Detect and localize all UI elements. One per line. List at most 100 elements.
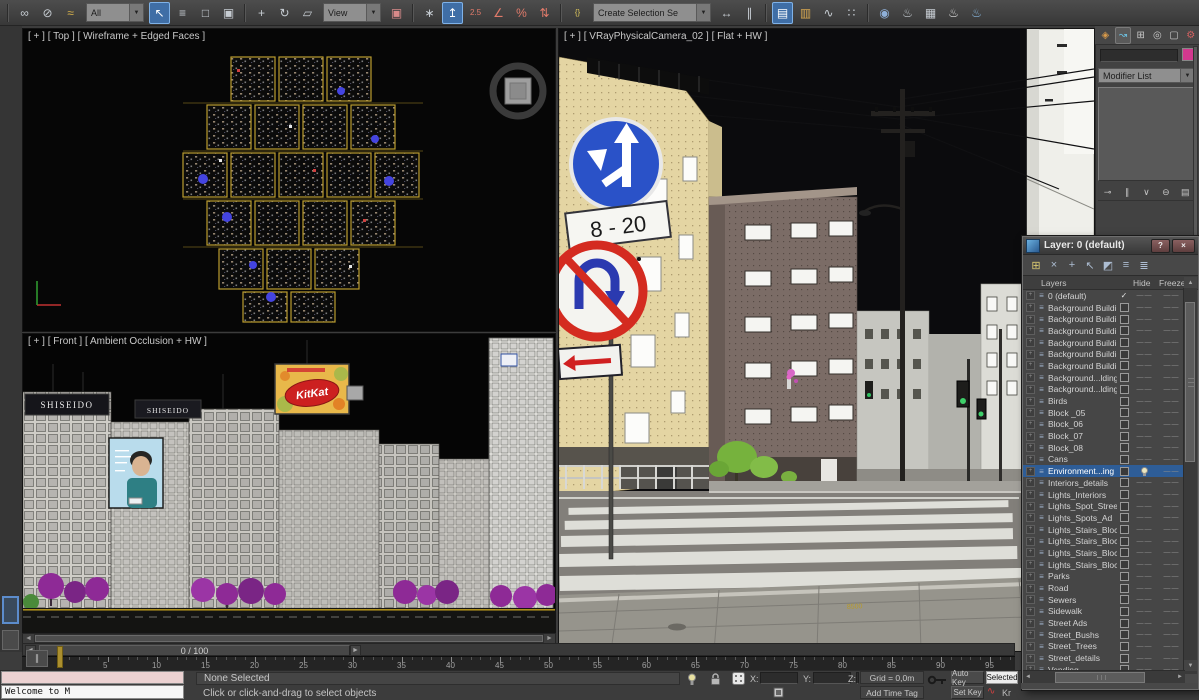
layer-name[interactable]: Background Building: [1048, 361, 1117, 371]
hide-cell[interactable]: ——: [1131, 491, 1158, 498]
hide-cell[interactable]: ——: [1131, 643, 1158, 650]
hide-cell[interactable]: ——: [1131, 608, 1158, 615]
freeze-cell[interactable]: ——: [1158, 456, 1185, 463]
set-keys-icon[interactable]: [927, 675, 947, 685]
expand-icon[interactable]: +: [1026, 291, 1035, 300]
freeze-cell[interactable]: ——: [1158, 596, 1185, 603]
freeze-cell[interactable]: ——: [1158, 608, 1185, 615]
hide-cell[interactable]: ——: [1131, 304, 1158, 311]
layer-row[interactable]: +≡Sewers————: [1023, 594, 1185, 606]
layer-checkbox-cell[interactable]: [1117, 455, 1131, 464]
hide-cell[interactable]: ——: [1131, 479, 1158, 486]
layer-list-vscrollbar[interactable]: [1183, 288, 1197, 674]
freeze-cell[interactable]: ——: [1158, 339, 1185, 346]
layer-checkbox-cell[interactable]: [1117, 478, 1131, 487]
hide-cell[interactable]: ——: [1131, 549, 1158, 556]
layer-checkbox-cell[interactable]: [1117, 303, 1131, 312]
hide-cell[interactable]: ——: [1131, 596, 1158, 603]
scroll-up-icon[interactable]: ▲: [1184, 277, 1197, 288]
dropdown-arrow-icon[interactable]: ▼: [1180, 69, 1194, 82]
render-setup-icon[interactable]: ♨: [897, 2, 918, 24]
scroll-down-icon[interactable]: ▼: [1184, 660, 1197, 671]
freeze-cell[interactable]: ——: [1158, 292, 1185, 299]
layer-checkbox-cell[interactable]: [1117, 315, 1131, 324]
column-hide[interactable]: Hide: [1133, 278, 1150, 288]
layer-row[interactable]: +≡Lights_Interiors————: [1023, 489, 1185, 501]
expand-icon[interactable]: +: [1026, 513, 1035, 522]
scroll-right-icon[interactable]: ►: [544, 634, 555, 643]
add-selection-to-layer-button[interactable]: +: [1063, 257, 1081, 273]
layer-name[interactable]: Block_08: [1048, 443, 1117, 453]
layer-name[interactable]: Street_Bushs: [1048, 630, 1117, 640]
layer-name[interactable]: Parks: [1048, 571, 1117, 581]
use-pivot-center-icon[interactable]: ▣: [386, 2, 407, 24]
layer-checkbox-cell[interactable]: [1117, 350, 1131, 359]
dialog-resize-grip[interactable]: [1021, 683, 1198, 689]
layer-name[interactable]: Road: [1048, 583, 1117, 593]
dropdown-arrow-icon[interactable]: ▼: [129, 4, 143, 21]
expand-icon[interactable]: +: [1026, 303, 1035, 312]
selection-filter-dropdown[interactable]: All▼: [86, 3, 144, 22]
tab-modify[interactable]: ↝: [1115, 27, 1132, 44]
hide-cell[interactable]: ——: [1131, 398, 1158, 405]
hide-cell[interactable]: ——: [1131, 514, 1158, 521]
layer-row[interactable]: +≡Background Building————: [1023, 348, 1185, 360]
layer-name[interactable]: Lights_Spot_Street: [1048, 501, 1117, 511]
select-rotate-icon[interactable]: ↻: [274, 2, 295, 24]
layer-row[interactable]: +≡Street Ads————: [1023, 617, 1185, 629]
expand-icon[interactable]: +: [1026, 315, 1035, 324]
layer-checkbox-cell[interactable]: [1117, 595, 1131, 604]
hide-cell[interactable]: ——: [1131, 561, 1158, 568]
layer-name[interactable]: Environment...ing: [1048, 466, 1117, 476]
hide-layer-button[interactable]: ≡: [1117, 257, 1135, 273]
layer-row[interactable]: +≡Block_07————: [1023, 430, 1185, 442]
layer-name[interactable]: Background Building: [1048, 338, 1117, 348]
layer-name[interactable]: Birds: [1048, 396, 1117, 406]
column-freeze[interactable]: Freeze: [1159, 278, 1185, 288]
keyboard-override-icon[interactable]: ↥: [442, 2, 463, 24]
time-slider-handle[interactable]: [57, 646, 63, 668]
rendered-frame-icon[interactable]: ▦: [920, 2, 941, 24]
unlink-selection-icon[interactable]: ⊘: [37, 2, 58, 24]
layer-row[interactable]: +≡0 (default)✓————: [1023, 290, 1185, 302]
layer-name[interactable]: Interiors_details: [1048, 478, 1117, 488]
freeze-cell[interactable]: ——: [1158, 444, 1185, 451]
mini-curve-editor-button[interactable]: ∥: [26, 650, 48, 667]
freeze-cell[interactable]: ——: [1158, 316, 1185, 323]
hide-cell[interactable]: ——: [1131, 339, 1158, 346]
layer-checkbox-cell[interactable]: [1117, 467, 1131, 476]
select-scale-icon[interactable]: ▱: [297, 2, 318, 24]
freeze-cell[interactable]: ——: [1158, 573, 1185, 580]
layer-checkbox-cell[interactable]: [1117, 525, 1131, 534]
layer-row[interactable]: +≡Block _05————: [1023, 407, 1185, 419]
freeze-cell[interactable]: ——: [1158, 561, 1185, 568]
layer-row[interactable]: +≡Street_details————: [1023, 652, 1185, 664]
hide-cell[interactable]: ——: [1131, 456, 1158, 463]
expand-icon[interactable]: +: [1026, 654, 1035, 663]
layer-checkbox-cell[interactable]: [1117, 572, 1131, 581]
next-frame-button[interactable]: ►: [350, 645, 361, 656]
mirror-icon[interactable]: ↔: [716, 2, 737, 24]
layer-row[interactable]: +≡Interiors_details————: [1023, 477, 1185, 489]
configure-modifier-sets-button[interactable]: ▤: [1177, 187, 1193, 198]
freeze-cell[interactable]: ——: [1158, 643, 1185, 650]
expand-icon[interactable]: +: [1026, 619, 1035, 628]
viewport-top[interactable]: [ + ] [ Top ] [ Wireframe + Edged Faces …: [22, 28, 556, 332]
layer-row[interactable]: +≡Lights_Stairs_Block_————: [1023, 535, 1185, 547]
expand-icon[interactable]: +: [1026, 361, 1035, 370]
hide-cell[interactable]: ——: [1131, 374, 1158, 381]
hide-cell[interactable]: ——: [1131, 444, 1158, 451]
layer-checkbox-cell[interactable]: [1117, 619, 1131, 628]
hide-cell[interactable]: ——: [1131, 585, 1158, 592]
layer-checkbox-cell[interactable]: [1117, 642, 1131, 651]
help-button[interactable]: ?: [1151, 239, 1170, 253]
layer-name[interactable]: Street_Trees: [1048, 641, 1117, 651]
expand-icon[interactable]: +: [1026, 595, 1035, 604]
layer-checkbox-cell[interactable]: [1117, 397, 1131, 406]
layer-row[interactable]: +≡Block_08————: [1023, 442, 1185, 454]
viewport-top-label[interactable]: [ + ] [ Top ] [ Wireframe + Edged Faces …: [28, 31, 205, 42]
hide-cell[interactable]: ——: [1131, 538, 1158, 545]
freeze-cell[interactable]: ——: [1158, 538, 1185, 545]
expand-icon[interactable]: +: [1026, 443, 1035, 452]
layer-name[interactable]: Lights_Interiors: [1048, 490, 1117, 500]
